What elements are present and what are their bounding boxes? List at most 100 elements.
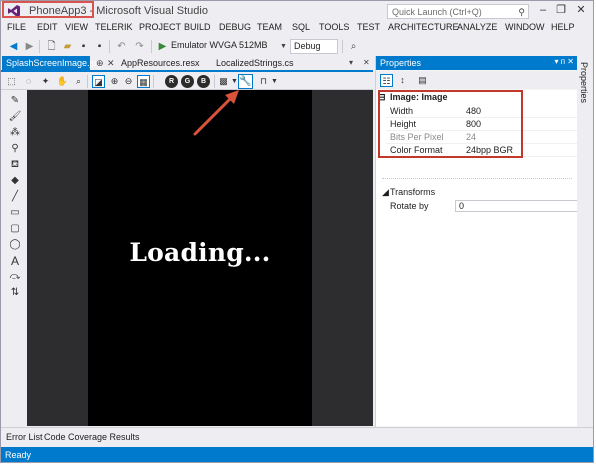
close-window-button[interactable]: ✕ <box>573 3 589 18</box>
lasso-select-icon[interactable]: ◌ <box>22 75 35 88</box>
tab-overflow-icon[interactable]: ▾ <box>349 58 353 67</box>
collapse-icon[interactable]: ⊟ <box>378 92 386 103</box>
properties-header: Properties ▾ ᴨ ✕ <box>376 56 578 70</box>
rotate-icon[interactable]: ⤼ <box>8 270 22 284</box>
tab-appresources[interactable]: AppResources.resx <box>119 56 200 72</box>
properties-panel: Properties ▾ ᴨ ✕ ☷ ↕ ▤ ⊟ Image: Image Wi… <box>375 56 579 427</box>
red-channel-button[interactable]: R <box>165 75 178 88</box>
actual-size-icon[interactable]: ◪ <box>92 75 105 88</box>
ellipse-icon[interactable]: ◯ <box>8 238 22 252</box>
open-file-icon[interactable]: ▰ <box>61 40 74 53</box>
magic-wand-icon[interactable]: ✦ <box>39 75 52 88</box>
rectangle-icon[interactable]: ▭ <box>8 206 22 220</box>
document-tab-strip: SplashScreenImage.jpg ⊕ ✕ AppResources.r… <box>1 56 373 72</box>
menu-help[interactable]: HELP <box>551 22 575 32</box>
rounded-rectangle-icon[interactable]: ▢ <box>8 222 22 236</box>
tab-code-coverage-results[interactable]: Code Coverage Results <box>44 432 140 442</box>
category-image: Image: Image <box>390 92 448 102</box>
property-value: 24 <box>466 132 477 142</box>
undo-icon[interactable]: ↶ <box>115 40 128 53</box>
save-all-icon[interactable]: ▪ <box>93 40 106 53</box>
image-toolbox: ✎ 🖌 ⁂ ⚲ ⛾ ◆ ╱ ▭ ▢ ◯ A ⤼ ⇅ <box>1 90 27 426</box>
eraser-icon[interactable]: ◆ <box>8 174 22 188</box>
menu-debug[interactable]: DEBUG <box>219 22 251 32</box>
menu-tools[interactable]: TOOLS <box>319 22 349 32</box>
alphabetical-icon[interactable]: ↕ <box>396 74 409 87</box>
property-row[interactable]: Color Format 24bpp BGR <box>386 144 578 157</box>
menu-view[interactable]: VIEW <box>65 22 88 32</box>
pan-icon[interactable]: ✋ <box>56 75 69 88</box>
property-pages-icon[interactable]: ▤ <box>416 74 429 87</box>
property-grid: ⊟ Image: Image Width 480 Height 800 Bits… <box>376 90 579 426</box>
property-row[interactable]: Width 480 <box>386 105 578 118</box>
menu-team[interactable]: TEAM <box>257 22 282 32</box>
tab-error-list[interactable]: Error List <box>6 432 43 442</box>
airbrush-icon[interactable]: ⁂ <box>8 126 22 140</box>
property-name: Color Format <box>390 145 443 155</box>
configuration-dropdown[interactable]: Debug <box>290 39 338 54</box>
zoom-icon[interactable]: ⌕ <box>72 75 85 88</box>
save-icon[interactable]: ▪ <box>77 40 90 53</box>
visual-studio-window: PhoneApp3 - Microsoft Visual Studio Quic… <box>0 0 594 463</box>
close-tab-icon[interactable]: ✕ <box>107 58 115 69</box>
quick-launch-input[interactable]: Quick Launch (Ctrl+Q) ⚲ <box>387 4 529 19</box>
menu-window[interactable]: WINDOW <box>505 22 545 32</box>
maximize-button[interactable]: ❐ <box>553 3 569 18</box>
property-value: 480 <box>466 106 482 116</box>
emulator-target-label[interactable]: Emulator WVGA 512MB <box>171 40 268 50</box>
menu-test[interactable]: TEST <box>357 22 380 32</box>
back-icon[interactable]: ◀ <box>7 40 20 53</box>
menu-bar: FILE EDIT VIEW TELERIK PROJECT BUILD DEB… <box>1 21 593 36</box>
menu-telerik[interactable]: TELERIK <box>95 22 133 32</box>
zoom-out-icon[interactable]: ⊖ <box>122 75 135 88</box>
flip-icon[interactable]: ⇅ <box>8 286 22 300</box>
categorized-icon[interactable]: ☷ <box>380 74 393 87</box>
pin-icon[interactable]: ⊕ <box>96 58 104 69</box>
menu-sql[interactable]: SQL <box>292 22 310 32</box>
rectangle-select-icon[interactable]: ⬚ <box>5 75 18 88</box>
find-icon[interactable]: ⌕ <box>347 40 360 53</box>
image-canvas-area[interactable]: Loading... <box>27 90 373 426</box>
property-row[interactable]: Height 800 <box>386 118 578 131</box>
status-bar: Ready <box>1 447 593 462</box>
brush-icon[interactable]: 🖌 <box>8 110 22 124</box>
close-icon[interactable]: ✕ <box>363 58 370 67</box>
expand-icon[interactable]: ◢ <box>382 187 389 198</box>
rotate-by-input[interactable]: 0 <box>455 200 579 212</box>
menu-analyze[interactable]: ANALYZE <box>457 22 497 32</box>
menu-edit[interactable]: EDIT <box>37 22 58 32</box>
pixel-grid-icon[interactable]: ▦ <box>137 75 150 88</box>
property-value: 24bpp BGR <box>466 145 514 155</box>
minimize-button[interactable]: – <box>535 3 551 18</box>
main-toolbar: ◀ ▶ 🗋 ▰ ▪ ▪ ↶ ↷ ▶ Emulator WVGA 512MB ▼ … <box>1 37 593 56</box>
property-row[interactable]: Bits Per Pixel 24 <box>386 131 578 144</box>
menu-architecture[interactable]: ARCHITECTURE <box>388 22 459 32</box>
blue-channel-button[interactable]: B <box>197 75 210 88</box>
line-icon[interactable]: ╱ <box>8 190 22 204</box>
forward-icon[interactable]: ▶ <box>23 40 36 53</box>
quick-launch-placeholder: Quick Launch (Ctrl+Q) <box>392 7 482 17</box>
chevron-down-icon[interactable]: ▼ <box>268 75 281 88</box>
property-name: Width <box>390 106 414 116</box>
category-transforms: Transforms <box>390 187 436 197</box>
fill-bucket-icon[interactable]: ⛾ <box>8 158 22 172</box>
menu-build[interactable]: BUILD <box>184 22 211 32</box>
tab-splashscreenimage[interactable]: SplashScreenImage.jpg <box>2 56 102 72</box>
new-project-icon[interactable]: 🗋 <box>45 40 58 53</box>
text-tool-icon[interactable]: A <box>8 254 22 268</box>
panel-controls-icon[interactable]: ▾ ᴨ ✕ <box>555 57 575 66</box>
properties-side-tab[interactable]: Properties <box>577 56 593 427</box>
menu-file[interactable]: FILE <box>7 22 26 32</box>
wrench-advanced-icon[interactable]: 🔧 <box>238 74 253 89</box>
eyedropper-icon[interactable]: ⚲ <box>8 142 22 156</box>
redo-icon[interactable]: ↷ <box>133 40 146 53</box>
splash-screen-image[interactable]: Loading... <box>88 90 312 426</box>
menu-project[interactable]: PROJECT <box>139 22 181 32</box>
zoom-in-icon[interactable]: ⊕ <box>108 75 121 88</box>
tab-localizedstrings[interactable]: LocalizedStrings.cs <box>214 56 304 72</box>
green-channel-button[interactable]: G <box>181 75 194 88</box>
properties-title: Properties <box>380 58 422 68</box>
pencil-icon[interactable]: ✎ <box>8 94 22 108</box>
chevron-down-icon[interactable]: ▼ <box>277 40 290 53</box>
start-debugging-icon[interactable]: ▶ <box>156 40 169 53</box>
